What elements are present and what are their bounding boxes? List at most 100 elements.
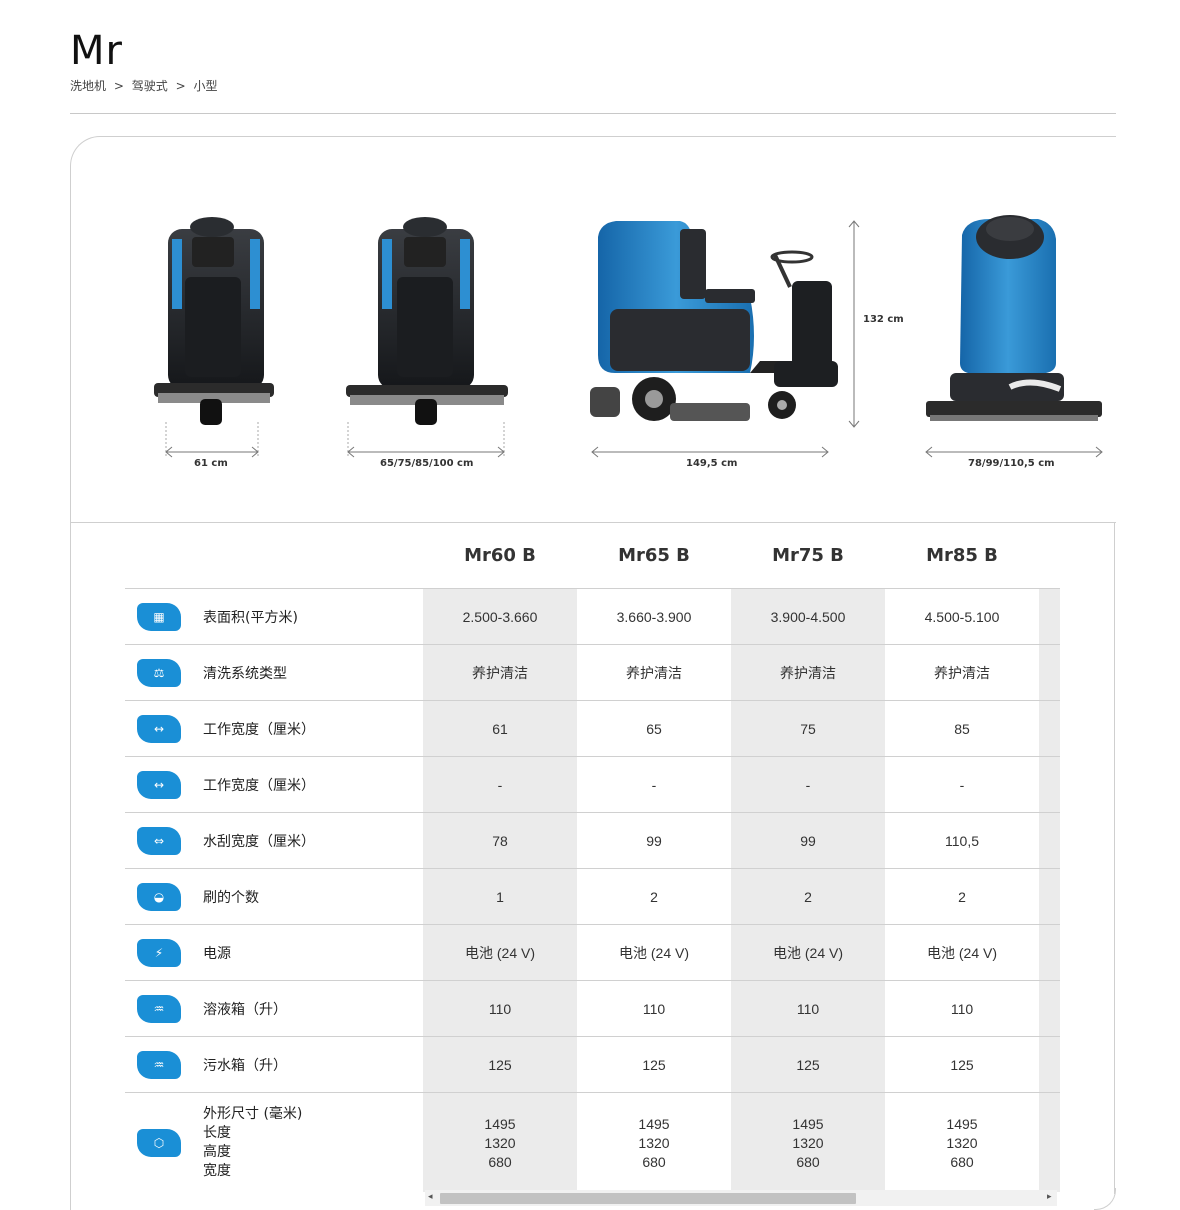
table-cell: - [959,777,965,793]
row-label: 溶液箱（升） [203,1002,287,1018]
row-label: 外形尺寸 (毫米) 长度高度宽度 [203,1093,302,1193]
dimensions-box-icon: ⬡ [137,1129,181,1157]
table-cell: 养护清洁 [472,665,528,681]
breadcrumb-item-scrubbers[interactable]: 洗地机 [70,79,106,93]
table-cell: 养护清洁 [780,665,836,681]
table-cell: 1495 1320 680 [885,1093,1039,1193]
cell-line: 1495 [946,1115,978,1132]
table-cell: 1495 1320 680 [577,1093,731,1193]
table-cell: 3.900-4.500 [770,609,846,625]
table-row: ↔ 工作宽度（厘米） - - - - [125,756,1060,812]
panel-right-border [1114,522,1115,1194]
power-source-icon: ⚡ [137,939,181,967]
row-label: 清洗系统类型 [203,666,287,682]
panel-divider [70,522,1116,523]
table-row: ♒ 溶液箱（升） 110 110 110 110 [125,980,1060,1036]
table-row: ↔ 工作宽度（厘米） 61 65 75 85 [125,700,1060,756]
table-cell: - [805,777,811,793]
table-row: ⚡ 电源 电池 (24 V) 电池 (24 V) 电池 (24 V) 电池 (24 V) [125,924,1060,980]
cell-line: 680 [488,1153,512,1170]
table-cell: 99 [800,833,816,849]
table-cell: 电池 (24 V) [926,945,997,961]
row-label-line: 外形尺寸 (毫米) [203,1106,303,1122]
cell-line: 680 [796,1153,820,1170]
row-label-line: 宽度 [203,1163,231,1179]
table-cell: 2 [650,889,658,905]
table-cell: 110 [488,1001,512,1017]
dimension-front-deck: 65/75/85/100 cm [380,458,474,469]
table-cell: 4.500-5.100 [924,609,1000,625]
row-label: 表面积(平方米) [203,610,298,626]
cell-line: 1320 [638,1134,670,1151]
cell-line: 1320 [946,1134,978,1151]
model-header-mr65: Mr65 B [618,545,690,566]
model-header-mr60: Mr60 B [464,545,536,566]
table-cell: 61 [492,721,508,737]
dimension-side-length: 149,5 cm [686,458,738,469]
table-row: ◒ 刷的个数 1 2 2 2 [125,868,1060,924]
dimension-rear-squeegee: 78/99/110,5 cm [968,458,1055,469]
cell-line: 680 [950,1153,974,1170]
table-cell: 125 [488,1057,512,1073]
table-cell: 125 [796,1057,820,1073]
table-cell: 85 [954,721,970,737]
table-cell: 养护清洁 [934,665,990,681]
breadcrumb-item-ride-on[interactable]: 驾驶式 [132,79,168,93]
table-row: ⇔ 水刮宽度（厘米） 78 99 99 110,5 [125,812,1060,868]
scrollbar-thumb[interactable] [440,1193,856,1204]
table-cell: 78 [492,833,508,849]
table-cell: 1495 1320 680 [731,1093,885,1193]
breadcrumb-separator: > [113,79,124,93]
cell-line: 1495 [484,1115,516,1132]
table-cell: 电池 (24 V) [772,945,843,961]
table-cell: - [651,777,657,793]
cell-line: 1320 [484,1134,516,1151]
cell-line: 1495 [792,1115,824,1132]
table-cell: 1495 1320 680 [423,1093,577,1193]
row-label: 水刮宽度（厘米） [203,834,315,850]
brush-width-alt-icon: ↔ [137,771,181,799]
solution-tank-icon: ♒ [137,995,181,1023]
table-cell: 110 [796,1001,820,1017]
table-cell: 2 [804,889,812,905]
row-label-line: 长度 [203,1125,231,1141]
table-cell: 75 [800,721,816,737]
table-cell: 125 [642,1057,666,1073]
table-cell: 110,5 [945,833,979,849]
table-cell: 110 [950,1001,974,1017]
row-label-line: 高度 [203,1144,231,1160]
brush-count-icon: ◒ [137,883,181,911]
scroll-right-arrow[interactable]: ▸ [1047,1192,1052,1202]
row-label: 电源 [203,946,231,962]
dimension-front-width: 61 cm [194,458,228,469]
table-cell: 125 [950,1057,974,1073]
table-row: ▦ 表面积(平方米) 2.500-3.660 3.660-3.900 3.900-4.5… [125,588,1060,644]
surface-area-icon: ▦ [137,603,181,631]
side-view-machine [590,220,860,458]
table-cell: 2.500-3.660 [462,609,538,625]
table-cell: 2 [958,889,966,905]
scroll-left-arrow[interactable]: ◂ [428,1192,433,1202]
recovery-tank-icon: ♒ [137,1051,181,1079]
breadcrumb: 洗地机 > 驾驶式 > 小型 [70,77,221,94]
model-header-mr75: Mr75 B [772,545,844,566]
table-cell: - [497,777,503,793]
table-cell: 99 [646,833,662,849]
cell-line: 1495 [638,1115,670,1132]
table-cell: 110 [642,1001,666,1017]
row-label: 刷的个数 [203,890,259,906]
row-label: 工作宽度（厘米） [203,778,315,794]
table-cell: 养护清洁 [626,665,682,681]
squeegee-width-icon: ⇔ [137,827,181,855]
table-cell: 电池 (24 V) [464,945,535,961]
cleaning-system-icon: ⚖ [137,659,181,687]
table-cell: 电池 (24 V) [618,945,689,961]
table-row-dimensions: ⬡ 外形尺寸 (毫米) 长度高度宽度 1495 1320 680 1495 1320 680 14… [125,1092,1060,1192]
row-label: 工作宽度（厘米） [203,722,315,738]
breadcrumb-separator: > [175,79,186,93]
front-view-machine-wide [346,217,508,458]
page-title: Mr [70,28,123,74]
row-label: 污水箱（升） [203,1058,287,1074]
breadcrumb-item-small: 小型 [193,79,218,93]
brush-width-icon: ↔ [137,715,181,743]
